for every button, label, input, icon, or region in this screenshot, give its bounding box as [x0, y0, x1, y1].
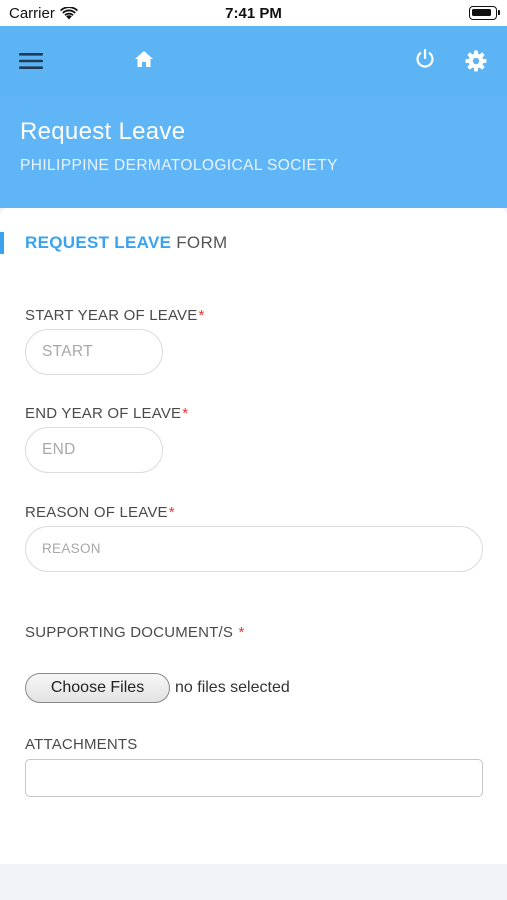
supporting-documents-label-text: SUPPORTING DOCUMENT/S	[25, 624, 234, 641]
gear-icon[interactable]	[463, 48, 489, 74]
end-year-label-text: END YEAR OF LEAVE	[25, 405, 182, 422]
supporting-documents-label: SUPPORTING DOCUMENT/S *	[25, 624, 245, 641]
reason-input[interactable]: REASON	[25, 526, 483, 572]
home-icon[interactable]	[131, 46, 157, 72]
choose-files-button[interactable]: Choose Files	[25, 673, 170, 703]
app-bar	[0, 26, 507, 98]
end-year-label: END YEAR OF LEAVE*	[25, 405, 188, 422]
form-title-rest: FORM	[176, 233, 228, 252]
reason-label-text: REASON OF LEAVE	[25, 504, 168, 521]
reason-placeholder: REASON	[42, 541, 101, 556]
form-title-highlight: REQUEST LEAVE	[25, 233, 172, 252]
battery-icon	[469, 6, 500, 20]
attachments-field[interactable]	[25, 759, 483, 797]
form-title: REQUEST LEAVE FORM	[0, 232, 228, 254]
required-marker: *	[198, 307, 205, 324]
start-year-label-text: START YEAR OF LEAVE	[25, 307, 198, 324]
status-time: 7:41 PM	[225, 5, 282, 22]
organization-name: PHILIPPINE DERMATOLOGICAL SOCIETY	[20, 157, 338, 174]
status-bar: Carrier 7:41 PM	[0, 0, 507, 26]
start-year-input[interactable]: START	[25, 329, 163, 375]
page-title: Request Leave	[20, 118, 186, 145]
required-marker: *	[168, 504, 175, 521]
required-marker: *	[238, 624, 245, 641]
page-footer-area	[0, 864, 507, 900]
reason-label: REASON OF LEAVE*	[25, 504, 175, 521]
page-header: Request Leave PHILIPPINE DERMATOLOGICAL …	[0, 98, 507, 208]
file-selection-status: no files selected	[175, 679, 290, 696]
start-year-label: START YEAR OF LEAVE*	[25, 307, 205, 324]
start-year-placeholder: START	[42, 343, 93, 360]
attachments-label: ATTACHMENTS	[25, 736, 138, 753]
request-leave-form: REQUEST LEAVE FORM START YEAR OF LEAVE* …	[0, 208, 507, 864]
hamburger-menu-icon[interactable]	[18, 48, 44, 74]
end-year-placeholder: END	[42, 441, 76, 458]
power-icon[interactable]	[412, 46, 438, 72]
required-marker: *	[182, 405, 189, 422]
end-year-input[interactable]: END	[25, 427, 163, 473]
